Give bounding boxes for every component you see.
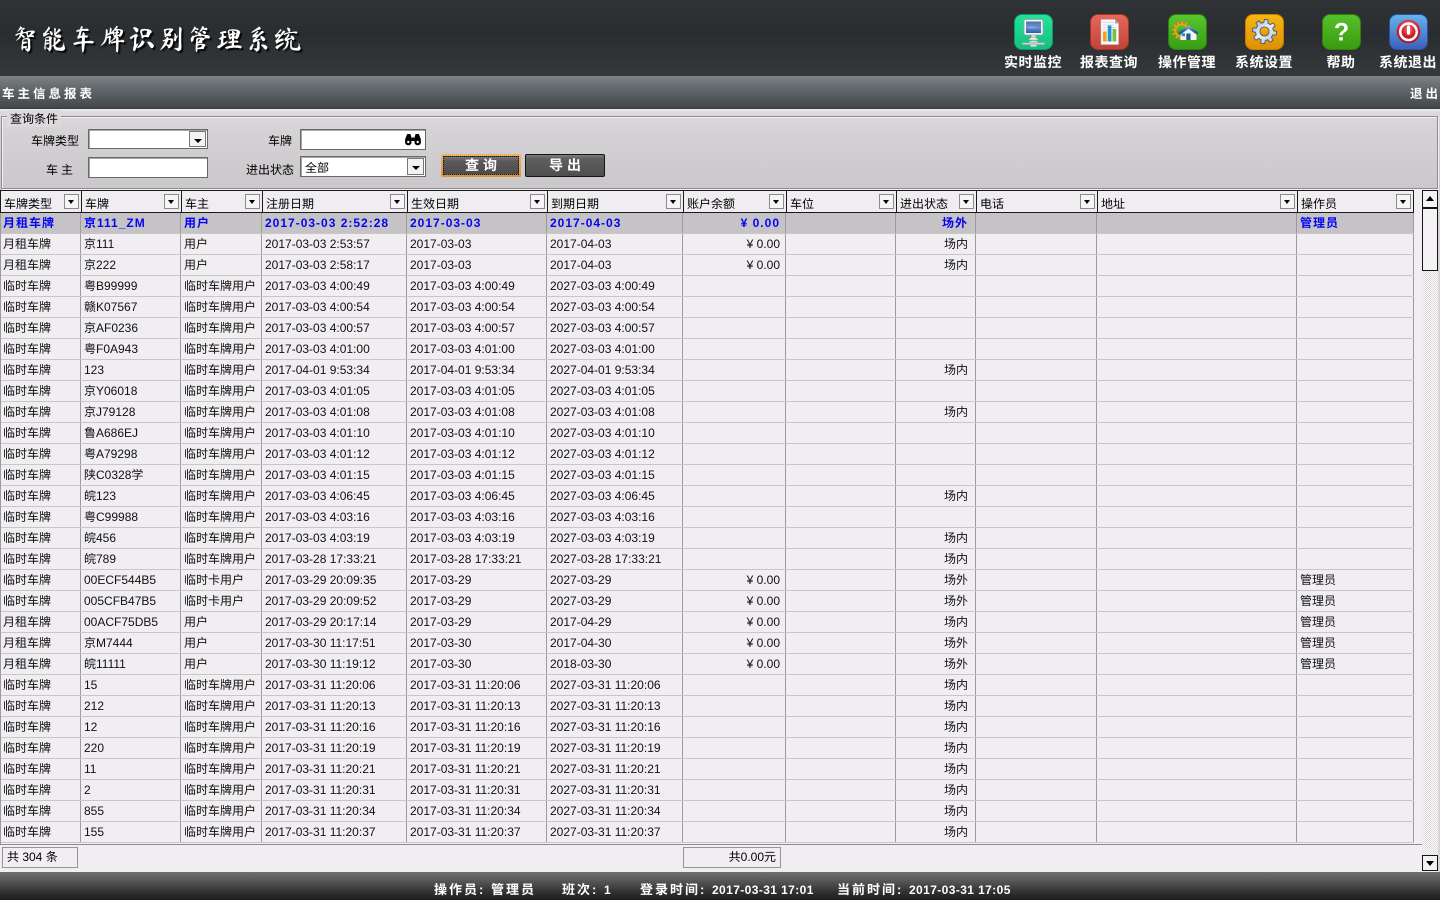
svg-text:?: ? [1333, 19, 1348, 47]
